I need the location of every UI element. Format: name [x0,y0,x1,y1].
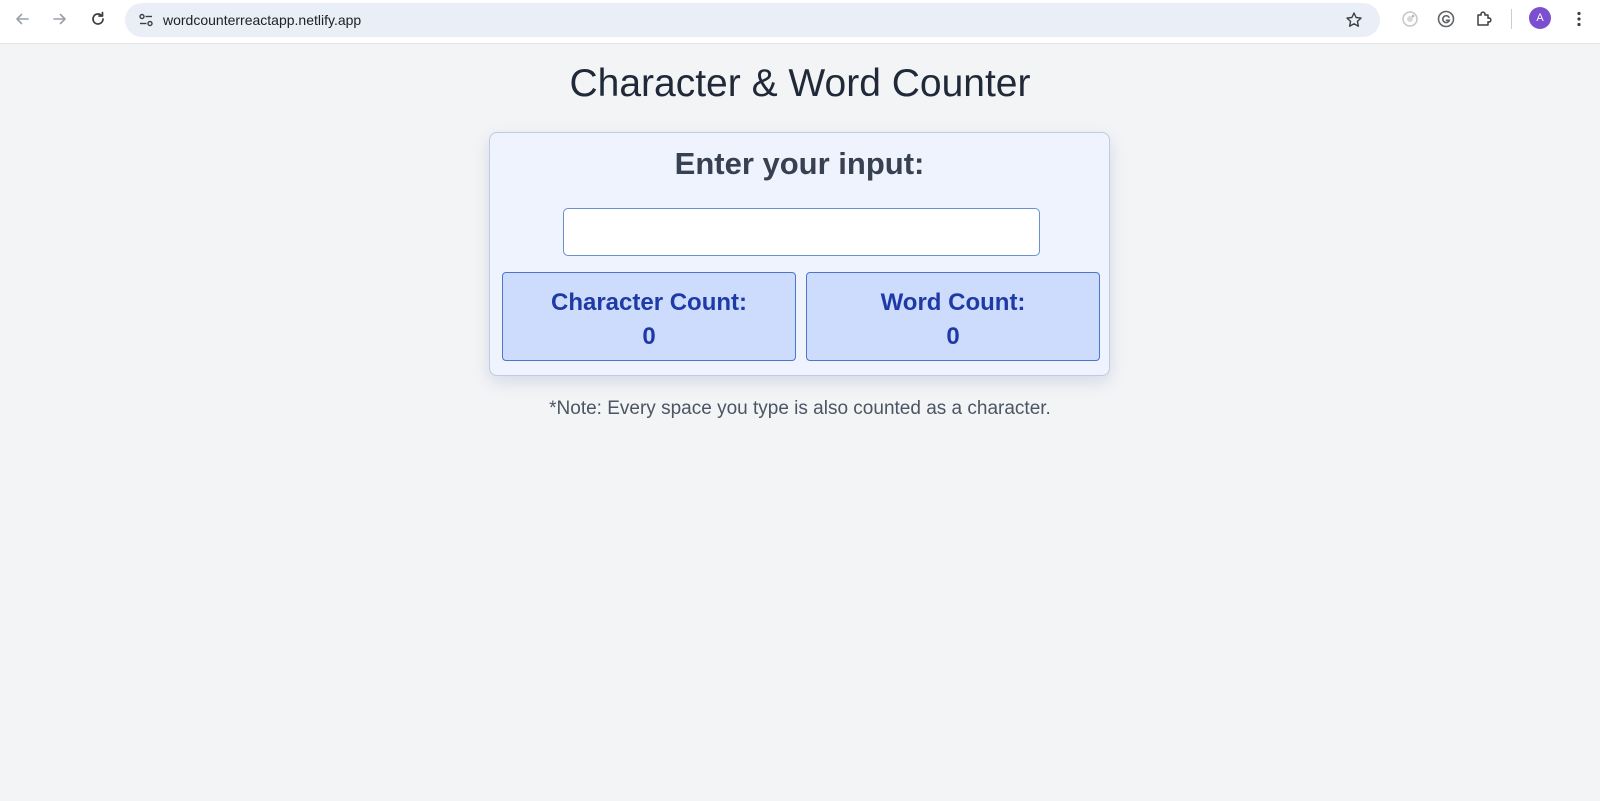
back-arrow-icon[interactable] [8,5,36,33]
toolbar-divider [1511,9,1512,29]
address-bar[interactable] [125,3,1380,37]
kebab-menu-icon[interactable] [1565,5,1593,33]
character-count-value: 0 [642,323,656,350]
browser-toolbar: A [0,0,1600,44]
page-title: Character & Word Counter [569,62,1031,105]
url-input[interactable] [163,3,1263,37]
site-settings-icon[interactable] [134,8,158,32]
counter-card: Enter your input: Character Count: 0 Wor… [489,132,1110,376]
character-count-label: Character Count: [550,289,748,316]
profile-avatar[interactable]: A [1529,7,1551,29]
grammarly-icon[interactable] [1432,5,1460,33]
word-count-box: Word Count: 0 [806,272,1100,361]
reload-icon[interactable] [84,5,112,33]
extensions-puzzle-icon[interactable] [1470,5,1498,33]
input-heading: Enter your input: [674,146,925,181]
forward-arrow-icon[interactable] [46,5,74,33]
text-input-field[interactable] [563,208,1040,256]
character-count-box: Character Count: 0 [502,272,796,361]
word-count-value: 0 [946,323,960,350]
star-icon[interactable] [1342,8,1366,32]
word-count-label: Word Count: [880,289,1026,316]
note-text: *Note: Every space you type is also coun… [549,398,1051,419]
extension-refresh-icon[interactable] [1396,5,1424,33]
